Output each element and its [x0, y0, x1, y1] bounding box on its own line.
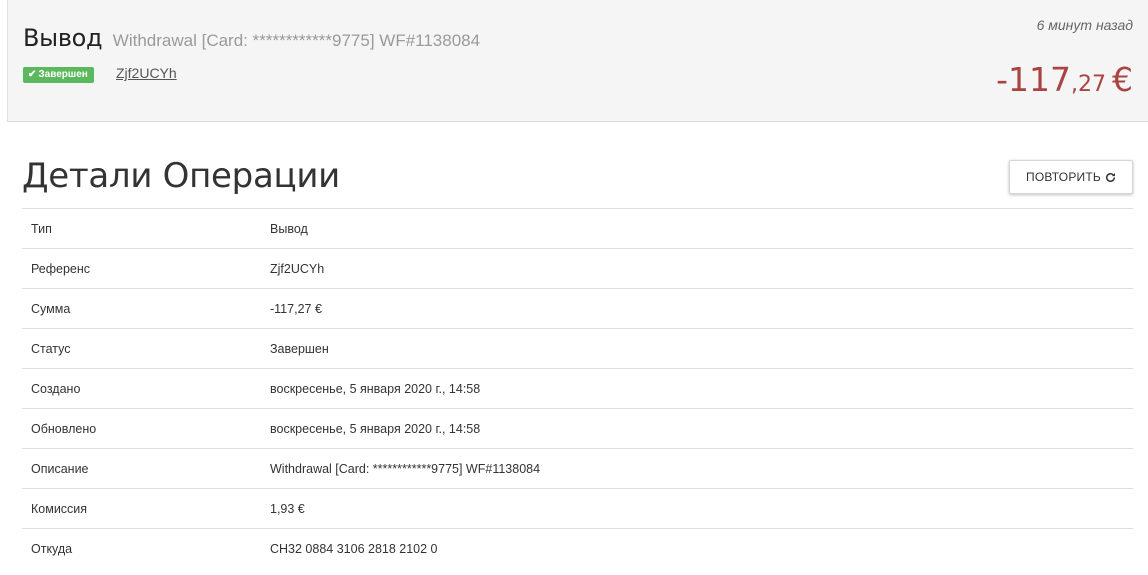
row-value: Завершен: [270, 342, 329, 356]
table-row: Откуда CH32 0884 3106 2818 2102 0: [22, 529, 1133, 568]
table-row: Статус Завершен: [22, 329, 1133, 369]
details-title: Детали Операции: [22, 156, 340, 196]
transaction-description: Withdrawal [Card: ************9775] WF#1…: [112, 31, 481, 50]
row-label: Обновлено: [31, 422, 97, 436]
details-table: Тип Вывод Референс Zjf2UCYh Сумма -117,2…: [22, 208, 1133, 568]
row-value: -117,27 €: [270, 302, 322, 316]
check-icon: ✔: [28, 69, 37, 80]
table-row: Комиссия 1,93 €: [22, 489, 1133, 529]
repeat-button[interactable]: ПОВТОРИТЬ: [1009, 160, 1133, 194]
row-value: воскресенье, 5 января 2020 г., 14:58: [270, 382, 481, 396]
row-value: CH32 0884 3106 2818 2102 0: [270, 542, 438, 556]
reference-link[interactable]: Zjf2UCYh: [116, 65, 177, 81]
transaction-page: Вывод Withdrawal [Card: ************9775…: [7, 0, 1148, 575]
table-row: Тип Вывод: [22, 209, 1133, 249]
row-label: Сумма: [31, 302, 71, 316]
row-label: Описание: [31, 462, 89, 476]
status-badge-label: Завершен: [38, 69, 88, 80]
amount-integer: -117: [996, 60, 1071, 99]
status-badge: ✔ Завершен: [23, 67, 94, 83]
table-row: Референс Zjf2UCYh: [22, 249, 1133, 289]
transaction-header: Вывод Withdrawal [Card: ************9775…: [7, 0, 1148, 122]
row-value: Вывод: [270, 222, 308, 236]
row-value: Zjf2UCYh: [270, 262, 325, 276]
row-label: Референс: [31, 262, 91, 276]
row-value: воскресенье, 5 января 2020 г., 14:58: [270, 422, 481, 436]
row-label: Тип: [31, 222, 52, 236]
time-ago: 6 минут назад: [1036, 17, 1133, 33]
table-row: Обновлено воскресенье, 5 января 2020 г.,…: [22, 409, 1133, 449]
row-label: Статус: [31, 342, 71, 356]
refresh-icon: [1105, 172, 1115, 182]
row-value: Withdrawal [Card: ************9775] WF#1…: [270, 462, 541, 476]
amount-decimal: ,27: [1071, 72, 1106, 97]
table-row: Создано воскресенье, 5 января 2020 г., 1…: [22, 369, 1133, 409]
amount-currency: €: [1112, 60, 1133, 99]
transaction-type-title: Вывод: [23, 24, 103, 52]
table-row: Описание Withdrawal [Card: ************9…: [22, 449, 1133, 489]
header-title-row: Вывод Withdrawal [Card: ************9775…: [23, 24, 480, 52]
transaction-amount: -117,27 €: [996, 60, 1133, 99]
row-label: Создано: [31, 382, 81, 396]
repeat-button-label: ПОВТОРИТЬ: [1026, 170, 1101, 184]
row-label: Комиссия: [31, 502, 88, 516]
table-row: Сумма -117,27 €: [22, 289, 1133, 329]
row-value: 1,93 €: [270, 502, 305, 516]
row-label: Откуда: [31, 542, 73, 556]
